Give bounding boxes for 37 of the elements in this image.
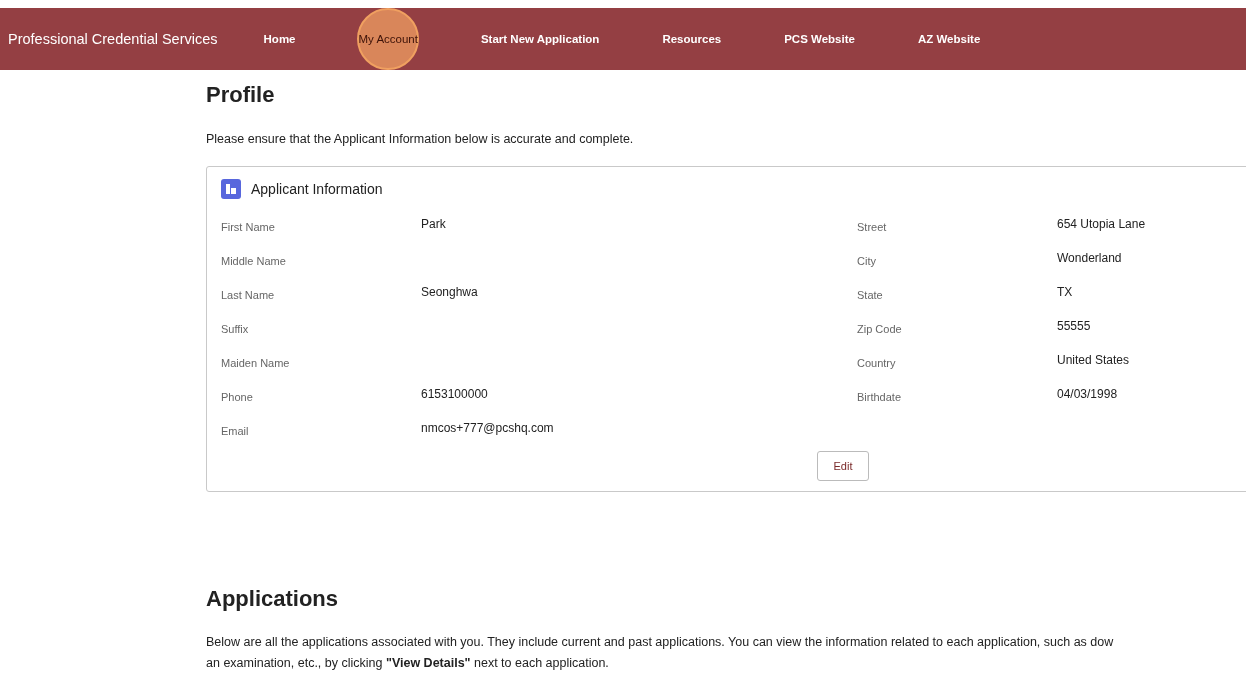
nav-link[interactable]: My Account bbox=[358, 33, 418, 45]
card-title: Applicant Information bbox=[251, 181, 383, 197]
field-value: Park bbox=[421, 217, 446, 231]
nav-link[interactable]: Resources bbox=[662, 33, 722, 45]
field-label: Maiden Name bbox=[221, 357, 291, 369]
nav-link[interactable]: PCS Website bbox=[784, 33, 855, 45]
field-label: Middle Name bbox=[221, 255, 287, 267]
field-label: Street bbox=[857, 221, 888, 233]
field-value: United States bbox=[1057, 353, 1130, 367]
brand-title[interactable]: Professional Credential Services bbox=[8, 31, 218, 47]
field-value: 04/03/1998 bbox=[1057, 387, 1118, 401]
field-label: Zip Code bbox=[857, 323, 903, 335]
field-value: Seonghwa bbox=[421, 285, 478, 299]
field-label: Phone bbox=[221, 391, 254, 403]
field-label: Last Name bbox=[221, 289, 276, 301]
field-label: First Name bbox=[221, 221, 276, 233]
nav-link[interactable]: Home bbox=[263, 33, 296, 45]
field-value: 6153100000 bbox=[421, 387, 488, 401]
section-heading: Applications bbox=[206, 586, 339, 612]
nav-link[interactable]: AZ Website bbox=[917, 33, 981, 45]
field-label: Suffix bbox=[221, 323, 250, 335]
intro-text: Please ensure that the Applicant Information below is accurate and complete. bbox=[206, 132, 635, 146]
field-value: nmcos+777@pcshq.com bbox=[421, 421, 554, 435]
field-label: Birthdate bbox=[857, 391, 903, 403]
field-label: City bbox=[857, 255, 877, 267]
field-value: 55555 bbox=[1057, 319, 1091, 333]
section-heading: Profile bbox=[206, 82, 276, 108]
field-label: State bbox=[857, 289, 884, 301]
field-value: 654 Utopia Lane bbox=[1057, 217, 1146, 231]
nav-link[interactable]: Start New Application bbox=[480, 33, 600, 45]
record-icon bbox=[221, 179, 241, 199]
field-label: Country bbox=[857, 357, 897, 369]
field-value: TX bbox=[1057, 285, 1073, 299]
field-label: Email bbox=[221, 425, 250, 437]
field-value: Wonderland bbox=[1057, 251, 1122, 265]
description-text: Below are all the applications associated with you. They include current and past applications. You can view the information related to each application, such as dow an examination, etc., by clicking "View Details" next to each application. bbox=[206, 634, 1115, 672]
edit-button[interactable]: Edit bbox=[817, 451, 869, 481]
